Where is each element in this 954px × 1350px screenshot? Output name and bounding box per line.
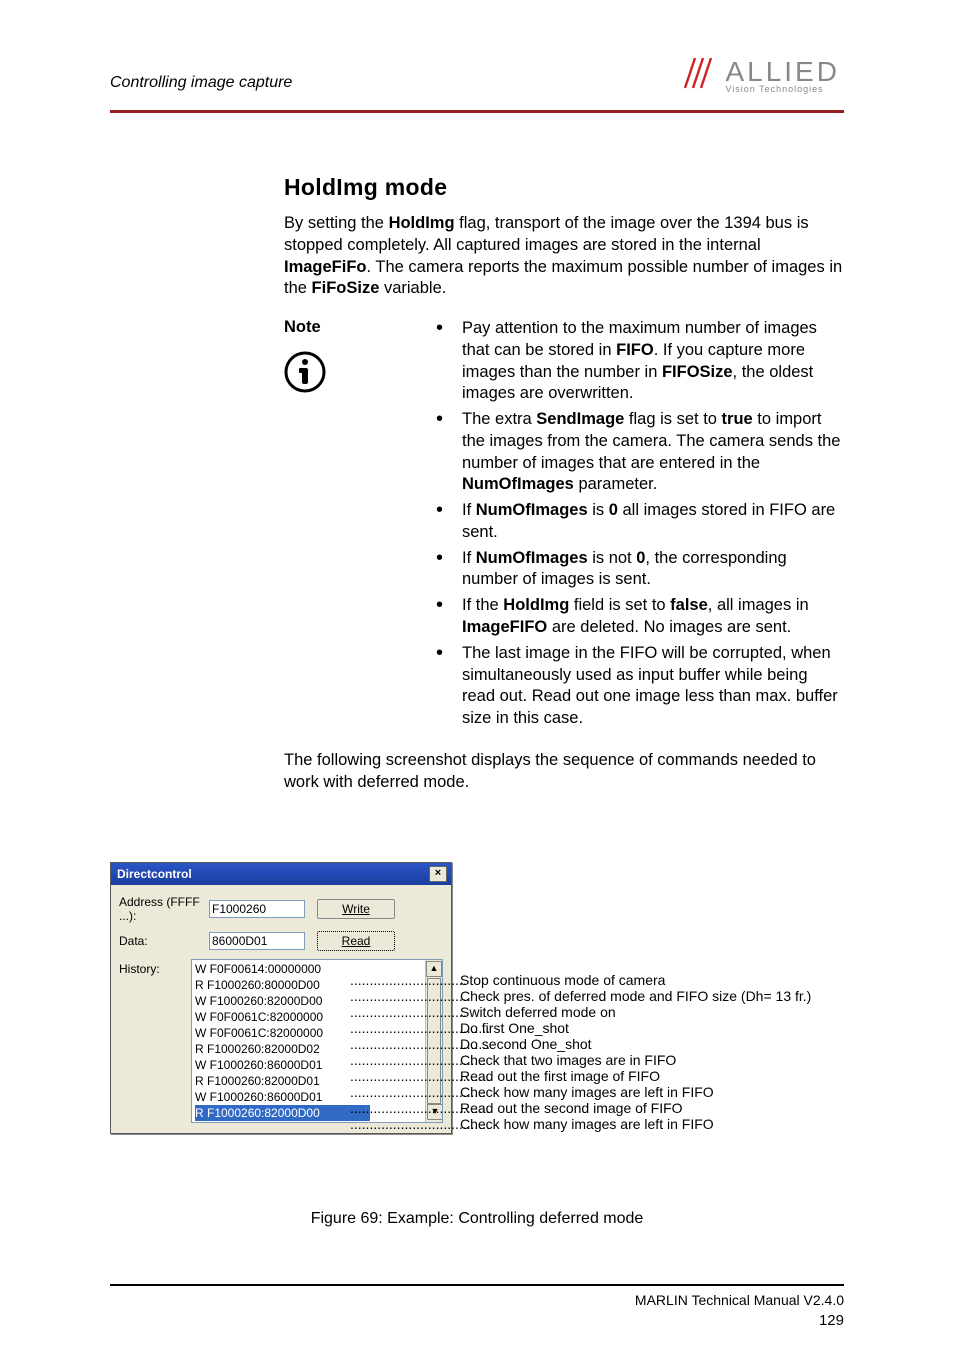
annotation-line: Switch deferred mode on (460, 1004, 811, 1020)
write-button[interactable]: Write (317, 899, 395, 919)
note-list-item: Pay attention to the maximum number of i… (432, 318, 844, 405)
close-icon[interactable]: × (429, 866, 447, 882)
following-paragraph: The following screenshot displays the se… (284, 750, 844, 794)
note-list-item: If NumOfImages is not 0, the correspondi… (432, 548, 844, 592)
note-label: Note (284, 318, 432, 337)
history-label: History: (119, 962, 160, 976)
brand-logo: ALLIED Vision Technologies (679, 54, 844, 98)
logo-sub: Vision Technologies (725, 84, 840, 94)
annotation-line: Do first One_shot (460, 1020, 811, 1036)
address-input[interactable] (209, 900, 305, 918)
header-rule (110, 110, 844, 113)
note-list-item: If the HoldImg field is set to false, al… (432, 595, 844, 639)
annotation-line: Stop continuous mode of camera (460, 972, 811, 988)
annotation-line: Do second One_shot (460, 1036, 811, 1052)
note-list: Pay attention to the maximum number of i… (432, 318, 844, 734)
address-label: Address (FFFF ...): (119, 895, 209, 923)
read-button[interactable]: Read (317, 931, 395, 951)
footer-doc: MARLIN Technical Manual V2.4.0 (635, 1292, 844, 1308)
annotation-line: Read out the first image of FIFO (460, 1068, 811, 1084)
data-label: Data: (119, 934, 209, 948)
logo-main: ALLIED (725, 58, 840, 86)
data-input[interactable] (209, 932, 305, 950)
annotation-line: Check that two images are in FIFO (460, 1052, 811, 1068)
annotation-line: Read out the second image of FIFO (460, 1100, 811, 1116)
window-titlebar[interactable]: Directcontrol × (111, 863, 451, 885)
note-list-item: The last image in the FIFO will be corru… (432, 643, 844, 730)
window-title: Directcontrol (117, 867, 192, 881)
info-icon (284, 351, 326, 393)
annotation-line: Check how many images are left in FIFO (460, 1116, 811, 1132)
intro-paragraph: By setting the HoldImg flag, transport o… (284, 213, 844, 300)
page-number: 129 (819, 1312, 844, 1329)
command-annotations: Stop continuous mode of cameraCheck pres… (460, 972, 811, 1132)
running-head: Controlling image capture (110, 74, 292, 91)
section-title: HoldImg mode (284, 174, 844, 201)
annotation-line: Check pres. of deferred mode and FIFO si… (460, 988, 811, 1004)
footer-rule (110, 1284, 844, 1286)
figure-caption: Figure 69: Example: Controlling deferred… (0, 1210, 954, 1228)
note-list-item: The extra SendImage flag is set to true … (432, 409, 844, 496)
note-list-item: If NumOfImages is 0 all images stored in… (432, 500, 844, 544)
annotation-line: Check how many images are left in FIFO (460, 1084, 811, 1100)
